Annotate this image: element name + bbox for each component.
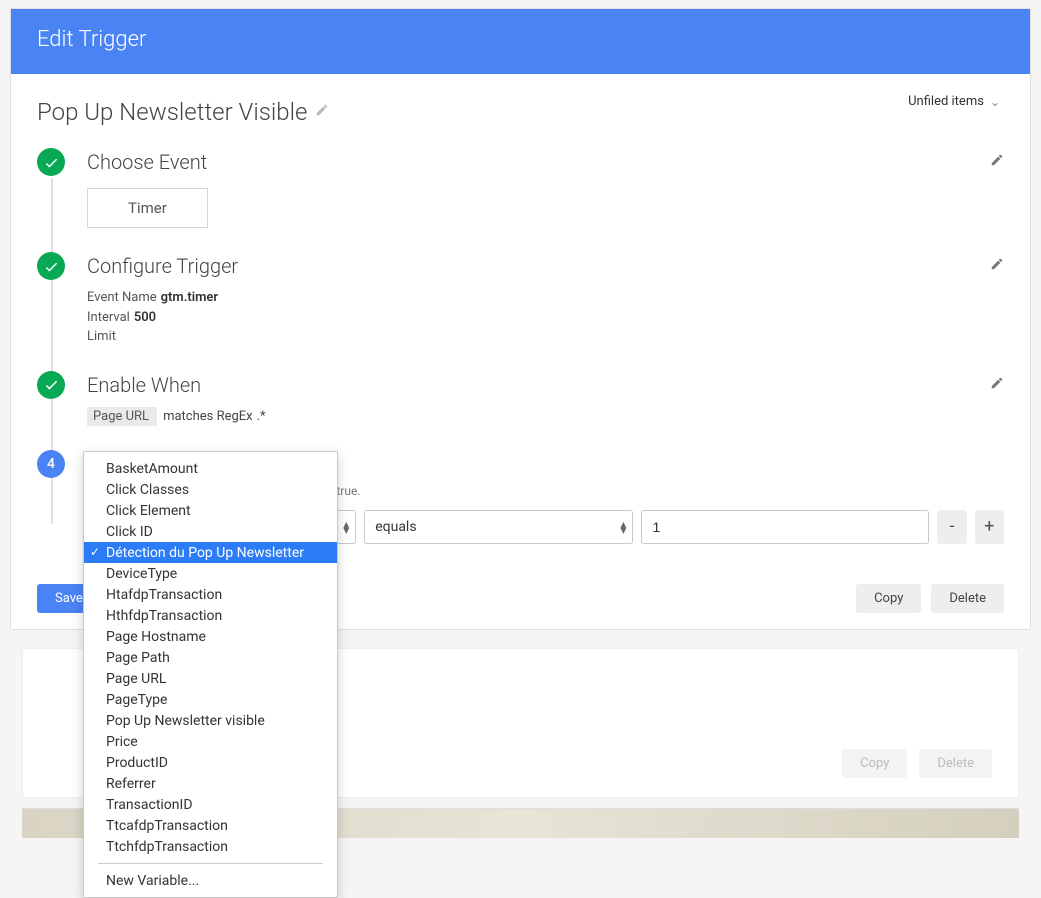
delete-button-disabled: Delete (919, 749, 992, 778)
trigger-name: Pop Up Newsletter Visible (37, 98, 307, 126)
dropdown-item[interactable]: ProductID (84, 752, 337, 773)
dropdown-item[interactable]: Click Classes (84, 479, 337, 500)
dropdown-item[interactable]: Referrer (84, 773, 337, 794)
edit-choose-event-icon[interactable] (990, 153, 1004, 171)
enable-operator: matches RegEx (163, 409, 253, 424)
remove-condition-button[interactable]: - (937, 510, 966, 544)
dropdown-item[interactable]: Pop Up Newsletter visible (84, 710, 337, 731)
value-input[interactable] (641, 510, 929, 544)
enable-value: .* (257, 409, 266, 424)
select-updown-icon: ▴▾ (620, 521, 626, 533)
step-title-configure: Configure Trigger (87, 254, 238, 278)
step-bullet-1 (37, 148, 65, 176)
dropdown-item[interactable]: Click Element (84, 500, 337, 521)
dropdown-item[interactable]: DeviceType (84, 563, 337, 584)
copy-button[interactable]: Copy (856, 584, 921, 613)
dropdown-item[interactable]: TransactionID (84, 794, 337, 815)
step-bullet-4: 4 (37, 450, 65, 478)
label-interval: Interval (87, 310, 130, 325)
label-event-name: Event Name (87, 290, 157, 305)
value-interval: 500 (134, 310, 156, 325)
dropdown-item[interactable]: BasketAmount (84, 458, 337, 479)
event-chip-timer: Timer (87, 188, 208, 228)
edit-enable-when-icon[interactable] (990, 376, 1004, 394)
dropdown-item[interactable]: Click ID (84, 521, 337, 542)
dropdown-item[interactable]: TtchfdpTransaction (84, 836, 337, 857)
folder-dropdown[interactable]: Unfiled items ⌄ (908, 94, 1000, 109)
fire-hint: e true. (327, 484, 1004, 498)
dropdown-item[interactable]: PageType (84, 689, 337, 710)
dropdown-item[interactable]: HtafdpTransaction (84, 584, 337, 605)
folder-label: Unfiled items (908, 94, 984, 109)
delete-button[interactable]: Delete (931, 584, 1004, 613)
value-event-name: gtm.timer (161, 290, 218, 305)
step-title-enable-when: Enable When (87, 373, 201, 397)
dropdown-item[interactable]: Page URL (84, 668, 337, 689)
dropdown-item[interactable]: Page Path (84, 647, 337, 668)
edit-configure-icon[interactable] (990, 257, 1004, 275)
dropdown-item[interactable]: Détection du Pop Up Newsletter (84, 542, 337, 563)
dropdown-item[interactable]: Price (84, 731, 337, 752)
step-bullet-2 (37, 252, 65, 280)
step-bullet-3 (37, 371, 65, 399)
dropdown-new-variable[interactable]: New Variable... (84, 870, 337, 891)
panel-title: Edit Trigger (11, 9, 1030, 74)
copy-button-disabled: Copy (842, 749, 907, 778)
operator-select-value: equals (375, 519, 416, 535)
chevron-down-icon: ⌄ (990, 95, 1000, 109)
operator-select[interactable]: equals ▴▾ (364, 510, 633, 544)
step-title-choose-event: Choose Event (87, 150, 207, 174)
add-condition-button[interactable]: + (975, 510, 1004, 544)
rename-icon[interactable] (315, 103, 329, 121)
label-limit: Limit (87, 329, 116, 344)
dropdown-item[interactable]: Page Hostname (84, 626, 337, 647)
dropdown-item[interactable]: TtcafdpTransaction (84, 815, 337, 836)
dropdown-item[interactable]: HthfdpTransaction (84, 605, 337, 626)
variable-dropdown[interactable]: BasketAmountClick ClassesClick ElementCl… (83, 451, 338, 898)
enable-variable-pill: Page URL (87, 407, 157, 426)
select-updown-icon: ▴▾ (343, 521, 349, 533)
